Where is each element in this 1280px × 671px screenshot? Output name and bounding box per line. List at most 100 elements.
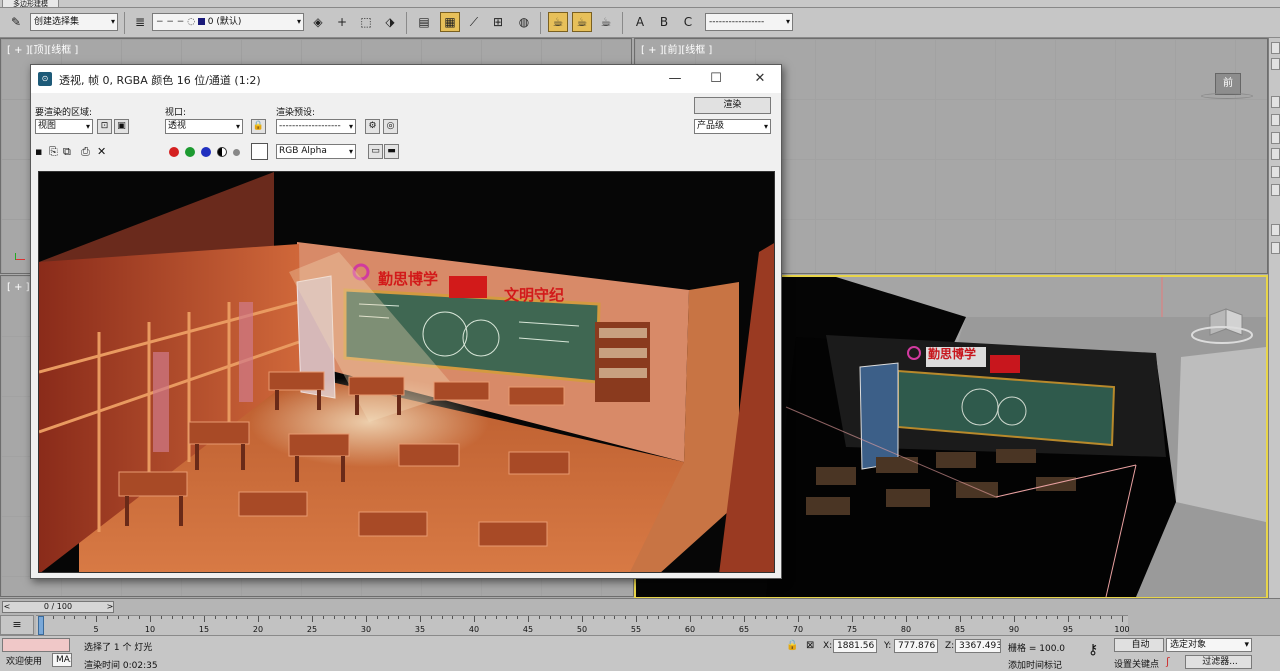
layer-combo[interactable]: − − − ◌ 0 (默认) ▾ bbox=[152, 13, 304, 31]
cmd-panel-button[interactable] bbox=[1271, 132, 1280, 144]
timeline-tick bbox=[1100, 616, 1102, 619]
render-quality-combo[interactable]: 产品级 ▾ bbox=[694, 119, 771, 134]
char-b-icon[interactable]: B bbox=[654, 12, 674, 32]
cmd-panel-button[interactable] bbox=[1271, 184, 1280, 196]
timeline-tick bbox=[74, 616, 76, 619]
key-filters-button[interactable]: 过滤器... bbox=[1185, 655, 1252, 669]
y-coord-field[interactable]: 777.876 bbox=[894, 639, 938, 653]
timeline-tick bbox=[614, 616, 616, 619]
display-channel-combo[interactable]: RGB Alpha ▾ bbox=[276, 144, 356, 159]
create-layer-icon[interactable]: ◈ bbox=[308, 12, 328, 32]
timeline-tick bbox=[949, 616, 951, 619]
clone-window-icon[interactable]: ⧉ bbox=[63, 145, 71, 159]
cmd-panel-button[interactable] bbox=[1271, 96, 1280, 108]
toggle-ui-overlay-icon[interactable]: ▭ bbox=[368, 144, 383, 159]
rendered-frame-window-icon[interactable]: ☕ bbox=[572, 12, 592, 32]
timeline-tick-label: 25 bbox=[306, 625, 318, 634]
char-c-icon[interactable]: C bbox=[678, 12, 698, 32]
cmd-panel-button[interactable] bbox=[1271, 42, 1280, 54]
timeline-tick bbox=[862, 616, 864, 619]
scene-explorer-icon[interactable]: ▤ bbox=[414, 12, 434, 32]
track-bar[interactable]: 0510152025303540455055606570758085909510… bbox=[36, 615, 1130, 635]
render-window-titlebar[interactable]: ⊙ 透视, 帧 0, RGBA 颜色 16 位/通道 (1:2) — ☐ ✕ bbox=[31, 65, 781, 93]
time-slider[interactable]: 0 / 100 bbox=[2, 601, 114, 613]
named-selection-combo[interactable]: ----------------- ▾ bbox=[705, 13, 793, 31]
next-frame-icon[interactable]: > bbox=[105, 601, 115, 613]
copy-image-icon[interactable]: ⎘ bbox=[49, 145, 58, 159]
timeline-tick-label: 20 bbox=[252, 625, 264, 634]
alpha-channel-icon[interactable] bbox=[217, 147, 227, 157]
cmd-panel-button[interactable] bbox=[1271, 242, 1280, 254]
save-image-icon[interactable]: ▪ bbox=[35, 145, 42, 158]
viewport-top-label[interactable]: [ + ][顶][线框 ] bbox=[7, 41, 78, 56]
x-coord-label: X: bbox=[823, 641, 833, 651]
auto-region-icon[interactable]: ▣ bbox=[114, 119, 129, 134]
timeline-tick bbox=[906, 616, 907, 622]
layer-manager-icon[interactable]: ≣ bbox=[130, 12, 150, 32]
render-button[interactable]: 渲染 bbox=[694, 97, 771, 114]
z-coord-field[interactable]: 3367.493 bbox=[955, 639, 1001, 653]
maxscript-field[interactable]: MA: bbox=[52, 653, 72, 667]
layer-explorer-icon[interactable]: ▦ bbox=[440, 12, 460, 32]
add-to-layer-icon[interactable]: + bbox=[332, 12, 352, 32]
render-quality-value: 产品级 bbox=[697, 121, 725, 131]
key-selection-combo[interactable]: 选定对象 ▾ bbox=[1166, 638, 1252, 652]
environment-icon[interactable]: ◎ bbox=[383, 119, 398, 134]
select-in-layer-icon[interactable]: ⬚ bbox=[356, 12, 376, 32]
add-time-tag[interactable]: 添加时间标记 bbox=[1008, 658, 1062, 671]
key-filters-icon[interactable]: ʃ bbox=[1166, 655, 1170, 668]
render-setup-small-icon[interactable]: ⚙ bbox=[365, 119, 380, 134]
print-image-icon[interactable]: ⎙ bbox=[81, 145, 90, 159]
layer-color-swatch bbox=[197, 18, 205, 25]
edit-region-icon[interactable]: ⊡ bbox=[97, 119, 112, 134]
material-editor-icon[interactable]: ◍ bbox=[514, 12, 534, 32]
edit-named-selection-icon[interactable]: ✎ bbox=[6, 12, 26, 32]
schematic-view-icon[interactable]: ⊞ bbox=[488, 12, 508, 32]
render-window-title: 透视, 帧 0, RGBA 颜色 16 位/通道 (1:2) bbox=[59, 74, 261, 87]
timeline-tick bbox=[1024, 616, 1026, 619]
timeline-tick bbox=[398, 616, 400, 619]
blue-channel-icon[interactable] bbox=[201, 147, 211, 157]
viewcube-icon[interactable]: 前 bbox=[1215, 73, 1241, 95]
toggle-ui-icon[interactable]: ▬ bbox=[384, 144, 399, 159]
ribbon-tab-polygon-modeling[interactable]: 多边形建模 bbox=[2, 0, 59, 8]
maxscript-listener[interactable] bbox=[2, 638, 70, 652]
rendered-image[interactable]: 勤思博学 文明守纪 bbox=[38, 171, 775, 573]
render-setup-icon[interactable]: ☕ bbox=[548, 12, 568, 32]
red-channel-icon[interactable] bbox=[169, 147, 179, 157]
viewport-front-label[interactable]: [ + ][前][线框 ] bbox=[641, 41, 712, 56]
lock-viewport-icon[interactable]: 🔒 bbox=[251, 119, 266, 134]
x-coord-field[interactable]: 1881.56 bbox=[833, 639, 877, 653]
cmd-panel-button[interactable] bbox=[1271, 166, 1280, 178]
cmd-panel-button[interactable] bbox=[1271, 148, 1280, 160]
current-frame-marker[interactable] bbox=[38, 616, 44, 635]
set-current-layer-icon[interactable]: ⬗ bbox=[380, 12, 400, 32]
set-key-button[interactable]: 设置关键点 bbox=[1114, 657, 1159, 670]
selection-lock-icon[interactable]: 🔒 bbox=[786, 640, 798, 651]
maximize-icon[interactable]: ☐ bbox=[701, 69, 731, 89]
mini-curve-editor-icon[interactable]: ≡ bbox=[0, 615, 34, 635]
green-channel-icon[interactable] bbox=[185, 147, 195, 157]
absolute-mode-icon[interactable]: ⊠ bbox=[806, 640, 814, 651]
cmd-panel-button[interactable] bbox=[1271, 114, 1280, 126]
cmd-panel-button[interactable] bbox=[1271, 224, 1280, 236]
color-swatch[interactable] bbox=[251, 143, 268, 160]
char-a-icon[interactable]: A bbox=[630, 12, 650, 32]
viewport-combo[interactable]: 透视 ▾ bbox=[165, 119, 243, 134]
set-key-mode-icon[interactable]: ⚷ bbox=[1088, 642, 1098, 658]
curve-editor-icon[interactable]: ⟋ bbox=[464, 12, 484, 32]
close-icon[interactable]: ✕ bbox=[745, 69, 775, 89]
timeline-tick-label: 30 bbox=[360, 625, 372, 634]
minimize-icon[interactable]: — bbox=[660, 69, 690, 89]
cmd-panel-button[interactable] bbox=[1271, 58, 1280, 70]
area-to-render-combo[interactable]: 视图 ▾ bbox=[35, 119, 93, 134]
prev-frame-icon[interactable]: < bbox=[2, 601, 12, 613]
clear-icon[interactable]: ✕ bbox=[97, 145, 106, 158]
render-preset-combo[interactable]: ------------------- ▾ bbox=[276, 119, 356, 134]
mono-icon[interactable] bbox=[233, 149, 240, 156]
render-production-icon[interactable]: ☕ bbox=[596, 12, 616, 32]
selection-set-combo[interactable]: 创建选择集 ▾ bbox=[30, 13, 118, 31]
timeline-tick bbox=[474, 616, 475, 622]
auto-key-button[interactable]: 自动 bbox=[1114, 638, 1164, 652]
timeline-tick-label: 80 bbox=[900, 625, 912, 634]
